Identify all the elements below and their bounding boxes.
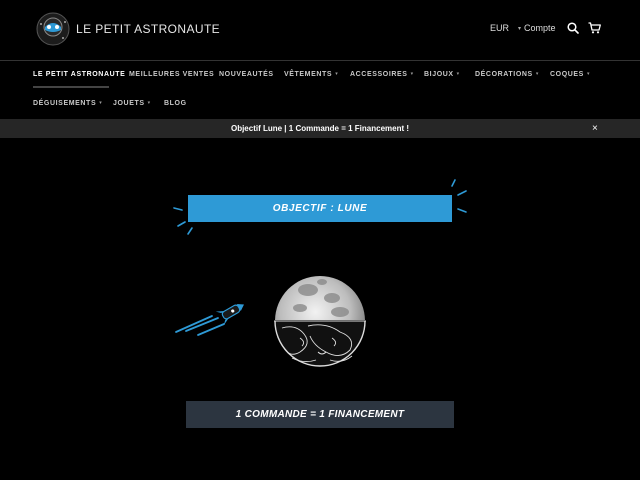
cart-icon[interactable] bbox=[588, 22, 601, 34]
hero-illustration bbox=[173, 179, 467, 367]
nav-item-bijoux[interactable]: BIJOUX ▾ bbox=[424, 71, 460, 78]
nav-label: ACCESSOIRES bbox=[350, 71, 408, 78]
nav-label: MEILLEURES VENTES bbox=[129, 71, 215, 78]
chevron-down-icon: ▾ bbox=[410, 71, 414, 77]
active-nav-underline bbox=[33, 86, 109, 88]
moon-icon bbox=[274, 276, 366, 367]
search-icon[interactable] bbox=[567, 22, 579, 34]
announcement-text[interactable]: Objectif Lune | 1 Commande = 1 Financeme… bbox=[0, 124, 640, 133]
brand-name[interactable]: LE PETIT ASTRONAUTE bbox=[76, 22, 220, 36]
financement-text: 1 COMMANDE = 1 FINANCEMENT bbox=[235, 409, 405, 420]
account-link[interactable]: Compte bbox=[524, 23, 556, 33]
nav-label: JOUETS bbox=[113, 100, 145, 107]
nav-item-le-petit-astronaute[interactable]: LE PETIT ASTRONAUTE bbox=[33, 71, 125, 78]
nav-item-blog[interactable]: BLOG bbox=[164, 100, 187, 107]
currency-value: EUR bbox=[490, 23, 510, 33]
chevron-down-icon: ▾ bbox=[335, 71, 339, 77]
announcement-bar: Objectif Lune | 1 Commande = 1 Financeme… bbox=[0, 119, 640, 138]
chevron-down-icon: ▾ bbox=[586, 71, 591, 77]
chevron-down-icon: ▾ bbox=[456, 71, 460, 77]
financement-banner: 1 COMMANDE = 1 FINANCEMENT bbox=[186, 401, 454, 428]
objectif-lune-text: OBJECTIF : LUNE bbox=[272, 203, 368, 214]
chevron-down-icon: ▾ bbox=[535, 71, 539, 77]
chevron-down-icon: ▾ bbox=[147, 100, 151, 106]
nav-label: COQUES bbox=[550, 71, 584, 78]
chevron-down-icon: ▾ bbox=[99, 100, 103, 106]
nav-label: DÉCORATIONS bbox=[475, 71, 533, 78]
rocket-icon bbox=[215, 304, 244, 326]
close-icon[interactable]: × bbox=[592, 123, 598, 134]
site-header: LE PETIT ASTRONAUTE EUR ▾ Compte bbox=[0, 0, 640, 60]
rocket-trail-icon bbox=[175, 315, 225, 336]
nav-label: VÊTEMENTS bbox=[284, 71, 333, 78]
nav-item-deguisements[interactable]: DÉGUISEMENTS ▾ bbox=[33, 100, 102, 107]
nav-item-accessoires[interactable]: ACCESSOIRES ▾ bbox=[350, 71, 414, 78]
astronaut-logo-icon[interactable] bbox=[36, 12, 70, 46]
nav-label: NOUVEAUTÉS bbox=[219, 71, 274, 78]
nav-label: BIJOUX bbox=[424, 71, 454, 78]
nav-item-nouveautes[interactable]: NOUVEAUTÉS bbox=[219, 71, 274, 78]
nav-label: DÉGUISEMENTS bbox=[33, 100, 97, 107]
nav-item-vetements[interactable]: VÊTEMENTS ▾ bbox=[284, 71, 338, 78]
objectif-lune-banner: OBJECTIF : LUNE bbox=[188, 195, 452, 222]
chevron-down-icon: ▾ bbox=[518, 26, 522, 32]
nav-item-meilleures-ventes[interactable]: MEILLEURES VENTES bbox=[129, 71, 214, 78]
nav-label: LE PETIT ASTRONAUTE bbox=[33, 71, 126, 78]
main-nav: LE PETIT ASTRONAUTE MEILLEURES VENTES NO… bbox=[0, 61, 640, 119]
nav-item-coques[interactable]: COQUES ▾ bbox=[550, 71, 590, 78]
hero-section: OBJECTIF : LUNE 1 COMMANDE = 1 FINANCEME… bbox=[0, 138, 640, 480]
nav-label: BLOG bbox=[164, 100, 187, 107]
currency-selector[interactable]: EUR ▾ bbox=[490, 23, 521, 33]
nav-item-decorations[interactable]: DÉCORATIONS ▾ bbox=[475, 71, 539, 78]
nav-item-jouets[interactable]: JOUETS ▾ bbox=[113, 100, 151, 107]
